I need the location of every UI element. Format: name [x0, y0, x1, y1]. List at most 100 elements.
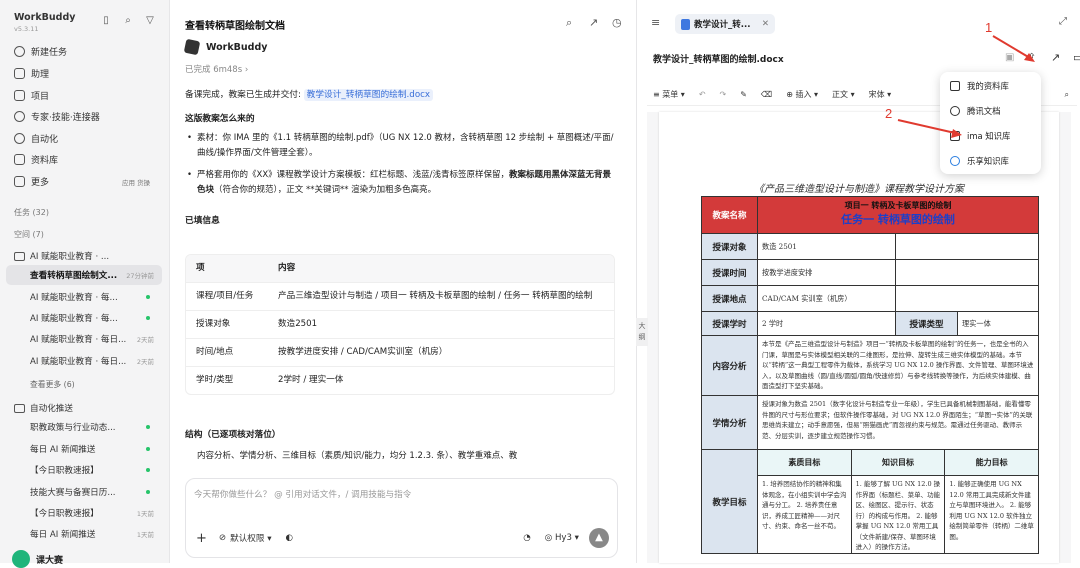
- task-time: 2天前: [136, 336, 154, 344]
- row-value: 本节是《产品三维造型设计与制造》项目一“转柄及卡板草图的绘制”的任务一，也是全书…: [762, 340, 1034, 390]
- goal-text: 1. 培养团结协作的精神和集体观念，在小组实训中学会沟通与分工。 2. 培养责任…: [758, 476, 852, 553]
- task-item[interactable]: 每日 AI 新闻推送: [6, 439, 162, 459]
- share-icon[interactable]: ↗: [1051, 51, 1060, 64]
- font-dropdown[interactable]: 宋体 ▾: [869, 89, 892, 100]
- task-item[interactable]: AI 赋能职业教育 · 每...: [6, 287, 162, 307]
- eraser-icon[interactable]: ⌫: [761, 90, 772, 99]
- assistant-icon: [14, 68, 25, 79]
- see-more-link[interactable]: 查看更多 (6): [30, 379, 75, 390]
- group-automation-push[interactable]: 自动化推送: [14, 402, 73, 414]
- input-toolbar: + ⊘ 默认权限 ▾ ◐ ◔ ◎ Hy3 ▾ ▲: [196, 528, 609, 548]
- nav-library[interactable]: 资料库: [14, 153, 58, 166]
- table-cell: 学时/类型: [196, 375, 234, 385]
- search-icon[interactable]: ⌕: [122, 15, 134, 27]
- preview-tab[interactable]: 教学设计_转... ✕: [675, 14, 775, 34]
- task-item[interactable]: 技能大赛与备赛日历...: [6, 482, 162, 502]
- unread-dot: [146, 490, 150, 494]
- task-item[interactable]: 【今日职教速报】: [6, 460, 162, 480]
- toolbar-label: 宋体: [868, 90, 885, 99]
- permission-label: 默认权限: [230, 534, 265, 544]
- intro-text: 备课完成，教案已生成并交付:: [185, 90, 301, 100]
- task-label: 查看转柄草图绘制文...: [30, 271, 118, 281]
- tasks-label[interactable]: 任务 (32): [14, 207, 49, 218]
- more-tags: 应用 货操: [122, 179, 151, 187]
- format-painter-icon[interactable]: ✎: [740, 90, 747, 99]
- plus-icon: [14, 46, 25, 57]
- task-label: AI 赋能职业教育 · 每日...: [30, 335, 127, 345]
- loading-icon: ◔: [523, 533, 531, 543]
- menu-item-ima[interactable]: ima 知识库: [940, 124, 1041, 147]
- search-icon[interactable]: ⌕: [566, 16, 572, 30]
- task-item[interactable]: 【今日职教速报】 1天前: [6, 503, 162, 523]
- document-filename: 教学设计_转柄草图的绘制.docx: [653, 55, 784, 65]
- search-icon[interactable]: ⌕: [1065, 90, 1069, 100]
- window-icon[interactable]: ▭: [1073, 51, 1080, 64]
- plus-icon[interactable]: +: [196, 531, 207, 546]
- menu-item-tencent-docs[interactable]: 腾讯文档: [940, 99, 1041, 122]
- insert-dropdown[interactable]: ⊕ 插入 ▾: [786, 89, 818, 100]
- nav-label: 专家·技能·连接器: [31, 113, 100, 123]
- unread-dot: [146, 316, 150, 320]
- outline-tab[interactable]: 大纲: [636, 318, 648, 346]
- row-value: 2 学时: [758, 312, 896, 335]
- menu-dropdown[interactable]: ≡ 菜单 ▾: [653, 89, 685, 100]
- task-item[interactable]: 每日 AI 新闻推送 1天前: [6, 524, 162, 544]
- bullet-template: 严格套用你的《XX》课程教学设计方案模板：红栏标题、浅蓝/浅青标签原样保留，教案…: [187, 168, 615, 198]
- nav-experts[interactable]: 专家·技能·连接器: [14, 110, 100, 123]
- row-label: 授课类型: [896, 312, 958, 335]
- table-row: 教学目标 素质目标 知识目标 能力目标 1. 培养团结协作的精神和集体观念，在小…: [702, 449, 1038, 553]
- sidebar-toggle-icon[interactable]: ▯: [100, 15, 112, 27]
- style-dropdown[interactable]: 正文 ▾: [832, 89, 855, 100]
- user-profile[interactable]: 课大赛: [12, 550, 63, 568]
- table-row: 内容分析 本节是《产品三维造型设计与制造》项目一“转柄及卡板草图的绘制”的任务一，…: [702, 335, 1038, 395]
- empty-cell: [896, 234, 1038, 259]
- permission-selector[interactable]: 默认权限 ▾: [230, 532, 271, 544]
- model-selector[interactable]: ◎ Hy3 ▾: [545, 533, 579, 543]
- upload-icon[interactable]: ⇪: [1027, 51, 1036, 64]
- goal-head: 素质目标: [758, 450, 852, 475]
- empty-cell: [896, 260, 1038, 285]
- history-icon[interactable]: ◷: [612, 16, 622, 29]
- nav-assistant[interactable]: 助理: [14, 67, 49, 80]
- task-item[interactable]: AI 赋能职业教育 · 每日... 2天前: [6, 329, 162, 349]
- undo-icon[interactable]: ↶: [699, 90, 706, 99]
- group-label: AI 赋能职业教育 · ...: [30, 252, 110, 262]
- task-item[interactable]: AI 赋能职业教育 · 每...: [6, 308, 162, 328]
- task-item[interactable]: 查看转柄草图绘制文... 27分钟前: [6, 265, 162, 285]
- menu-icon[interactable]: ≡: [651, 16, 660, 29]
- task-item[interactable]: AI 赋能职业教育 · 每日... 2天前: [6, 351, 162, 371]
- close-icon[interactable]: ✕: [762, 19, 769, 29]
- row-value: 理实一体: [962, 319, 991, 328]
- panda-icon[interactable]: ◐: [286, 533, 294, 543]
- expand-icon[interactable]: ⤢: [1059, 16, 1067, 27]
- done-status[interactable]: 已完成 6m48s ›: [185, 63, 248, 75]
- share-icon[interactable]: ↗: [589, 16, 598, 29]
- menu-label: 我的资料库: [967, 80, 1009, 91]
- doc-title: 《产品三维造型设计与制造》课程教学设计方案: [754, 184, 964, 195]
- filter-icon[interactable]: ▽: [144, 15, 156, 27]
- save-icon[interactable]: ▣: [1005, 52, 1014, 63]
- nav-more[interactable]: 更多: [14, 175, 49, 188]
- header-cell: 项: [196, 263, 205, 273]
- table-row: 授课学时 2 学时 授课类型 理实一体: [702, 311, 1038, 335]
- nav-new-task[interactable]: 新建任务: [14, 45, 67, 58]
- row-label: 教学目标: [702, 450, 758, 553]
- redo-icon[interactable]: ↷: [720, 90, 727, 99]
- space-label[interactable]: 空间 (7): [14, 229, 44, 240]
- send-button[interactable]: ▲: [589, 528, 609, 548]
- file-link[interactable]: 教学设计_转柄草图的绘制.docx: [303, 89, 434, 101]
- folder-icon: [14, 251, 25, 261]
- nav-automation[interactable]: 自动化: [14, 132, 58, 145]
- menu-item-lexiang[interactable]: 乐享知识库: [940, 149, 1041, 172]
- task-item[interactable]: 职教政策与行业动态...: [6, 417, 162, 437]
- tab-label: 教学设计_转...: [694, 20, 751, 30]
- group-ai-education[interactable]: AI 赋能职业教育 · ...: [14, 250, 109, 262]
- menu-item-my-library[interactable]: 我的资料库: [940, 74, 1041, 97]
- tencent-docs-icon: [950, 105, 960, 116]
- chat-input-box[interactable]: 今天帮你做些什么？ @ 引用对话文件，/ 调用技能与指令 + ⊘ 默认权限 ▾ …: [185, 478, 618, 558]
- nav-projects[interactable]: 项目: [14, 89, 49, 102]
- chat-input-placeholder[interactable]: 今天帮你做些什么？ @ 引用对话文件，/ 调用技能与指令: [194, 488, 411, 500]
- task-label: 技能大赛与备赛日历...: [30, 488, 116, 498]
- table-cell: 课程/项目/任务: [196, 291, 254, 301]
- task-label: AI 赋能职业教育 · 每日...: [30, 357, 127, 367]
